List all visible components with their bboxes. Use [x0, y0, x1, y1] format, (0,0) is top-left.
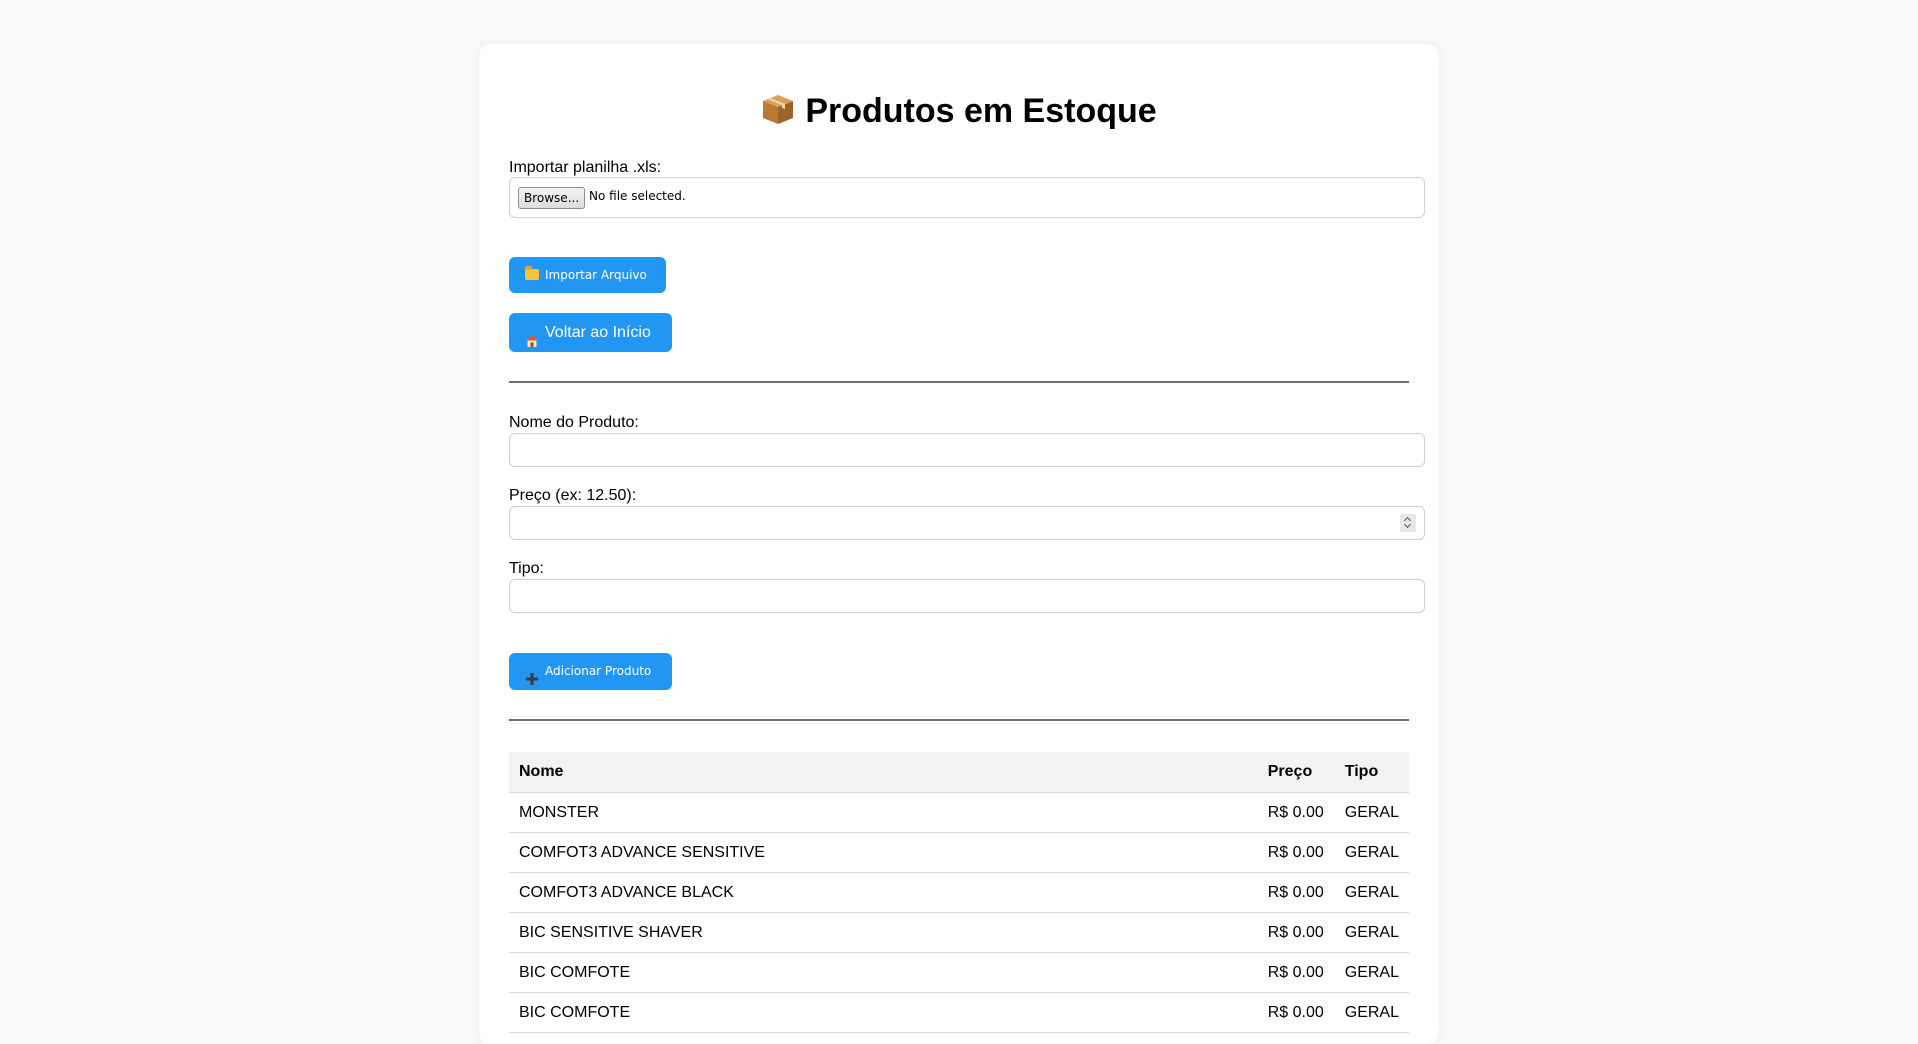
table-row: BIC COMFOTE R$ 0.00 GERAL [509, 952, 1409, 993]
plus-icon [525, 664, 539, 685]
cell-price: R$ 0.00 [1257, 792, 1335, 833]
cell-name: MONSTER [509, 792, 1258, 833]
file-status: No file selected. [589, 189, 686, 203]
cell-price: R$ 0.00 [1257, 992, 1335, 1033]
folder-icon [525, 266, 539, 280]
browse-button[interactable]: Browse... [518, 187, 586, 209]
cell-type: GERAL [1334, 832, 1409, 873]
table-row: MONSTER R$ 0.00 GERAL [509, 792, 1409, 833]
cell-name: BIC COMFOTE [509, 992, 1258, 1033]
cell-price: R$ 0.00 [1257, 872, 1335, 913]
main-card: Produtos em Estoque Importar planilha .x… [479, 44, 1439, 1044]
cell-type: GERAL [1334, 912, 1409, 953]
cell-price: R$ 0.00 [1257, 912, 1335, 953]
add-product-button-label: Adicionar Produto [545, 664, 652, 678]
cell-name: COMFOT3 ADVANCE BLACK [509, 872, 1258, 913]
cell-price: R$ 0.00 [1257, 832, 1335, 873]
home-button-label: Voltar ao Início [545, 324, 651, 341]
cell-name: BIC COMFOTE [509, 952, 1258, 993]
divider [509, 381, 1409, 383]
file-input[interactable]: Browse... No file selected. [509, 177, 1425, 218]
cell-type: GERAL [1334, 992, 1409, 1033]
table-row: COMFOT3 ADVANCE SENSITIVE R$ 0.00 GERAL [509, 832, 1409, 873]
type-input[interactable] [509, 579, 1425, 613]
table-header-row: Nome Preço Tipo [509, 752, 1409, 793]
import-file-button[interactable]: Importar Arquivo [509, 257, 666, 293]
cell-name: BIC SENSITIVE SHAVER [509, 912, 1258, 953]
table-row: COMFOT3 ADVANCE BLACK R$ 0.00 GERAL [509, 872, 1409, 913]
table-row: BIC COMFOTE R$ 0.00 GERAL [509, 992, 1409, 1033]
house-icon [525, 324, 539, 348]
product-name-label: Nome do Produto: [509, 414, 639, 431]
product-name-input[interactable] [509, 433, 1425, 467]
cell-name: COMFOT3 ADVANCE SENSITIVE [509, 832, 1258, 873]
import-file-button-label: Importar Arquivo [545, 268, 647, 282]
package-icon [761, 93, 795, 124]
cell-type: GERAL [1334, 872, 1409, 913]
cell-type: GERAL [1334, 952, 1409, 993]
cell-type: GERAL [1334, 792, 1409, 833]
table-row: BIC SENSITIVE SHAVER R$ 0.00 GERAL [509, 912, 1409, 953]
column-header-name: Nome [509, 752, 1258, 793]
import-label: Importar planilha .xls: [509, 159, 662, 176]
column-header-type: Tipo [1334, 752, 1409, 793]
price-stepper[interactable] [1400, 514, 1416, 532]
divider [509, 719, 1409, 721]
page-title: Produtos em Estoque [479, 92, 1439, 131]
cell-price: R$ 0.00 [1257, 952, 1335, 993]
page-title-text: Produtos em Estoque [805, 92, 1157, 130]
type-label: Tipo: [509, 560, 544, 577]
products-table: Nome Preço Tipo MONSTER R$ 0.00 GERAL CO… [509, 752, 1409, 1033]
price-label: Preço (ex: 12.50): [509, 487, 637, 504]
price-input[interactable] [509, 506, 1425, 540]
home-button[interactable]: Voltar ao Início [509, 313, 672, 352]
column-header-price: Preço [1257, 752, 1335, 793]
chevron-down-icon [1403, 520, 1412, 529]
add-product-button[interactable]: Adicionar Produto [509, 653, 672, 690]
